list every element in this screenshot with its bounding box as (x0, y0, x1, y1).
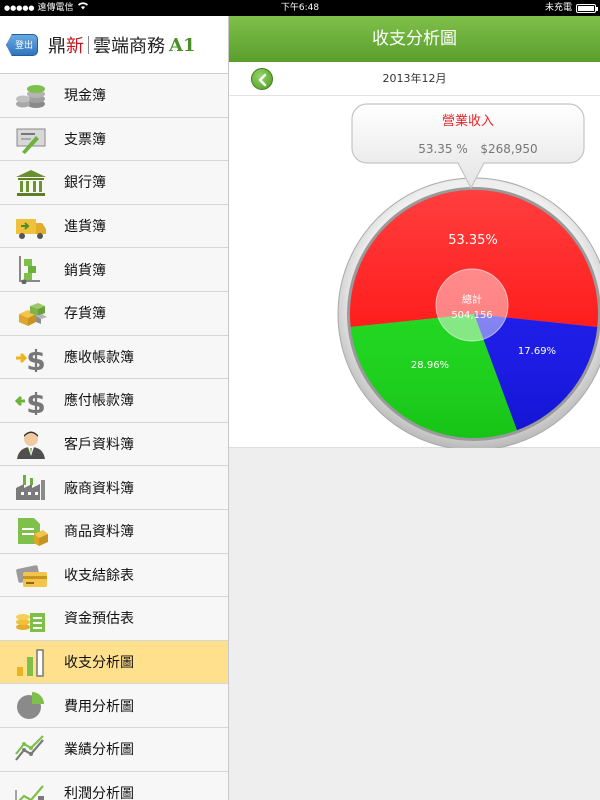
sidebar-item-label: 資金預估表 (64, 611, 134, 628)
bank-icon (14, 167, 48, 197)
dollar-in-icon: $ (14, 342, 48, 377)
dollar-out-icon: $ (14, 385, 48, 420)
card-icon (14, 560, 48, 590)
sidebar-item-label: 廠商資料簿 (64, 480, 134, 497)
battery-icon (576, 3, 598, 13)
sidebar-item-label: 現金簿 (64, 88, 106, 105)
pie-chart: 53.35% 17.69% 28.96% 總計 504,156 營業收入 53.… (337, 103, 600, 448)
sidebar-item-label: 業績分析圖 (64, 742, 134, 759)
sidebar-item-label: 銀行簿 (64, 175, 106, 192)
sidebar-item-16[interactable]: 業績分析圖 (0, 727, 228, 772)
sidebar-item-11[interactable]: 商品資料簿 (0, 509, 228, 554)
tooltip-amount: $268,950 (480, 142, 537, 156)
brand-divider (88, 36, 89, 54)
sidebar-item-label: 收支結餘表 (64, 567, 134, 584)
battery-status-text: 未充電 (544, 3, 572, 13)
sidebar-item-label: 存貨簿 (64, 306, 106, 323)
slice-label-blue: 17.69% (518, 346, 556, 357)
brand-part-2: 新 (66, 36, 84, 57)
chart-panel: 53.35% 17.69% 28.96% 總計 504,156 營業收入 53.… (229, 96, 600, 448)
sidebar-item-2[interactable]: 支票簿 (0, 117, 228, 162)
sidebar-item-label: 進貨簿 (64, 219, 106, 236)
slice-tooltip: 營業收入 53.35 % $268,950 (351, 103, 585, 190)
sidebar-item-13[interactable]: 資金預估表 (0, 597, 228, 641)
bar-chart-icon (14, 647, 48, 677)
pie-center-label: 總計 (462, 293, 482, 306)
profit-chart-icon (14, 778, 48, 800)
brand-version: A1 (169, 34, 196, 56)
pie-icon (14, 690, 48, 720)
sidebar-item-12[interactable]: 收支結餘表 (0, 553, 228, 598)
svg-text:$: $ (26, 344, 45, 372)
sidebar-item-label: 銷貨簿 (64, 262, 106, 279)
sidebar-item-label: 收支分析圖 (64, 655, 134, 672)
sidebar-item-14[interactable]: 收支分析圖 (0, 640, 228, 685)
sidebar-item-6[interactable]: 存貨簿 (0, 291, 228, 336)
pie-center-value: 504,156 (451, 310, 492, 321)
sidebar-item-label: 費用分析圖 (64, 698, 134, 715)
sidebar-item-10[interactable]: 廠商資料簿 (0, 466, 228, 510)
sidebar-item-4[interactable]: 進貨簿 (0, 204, 228, 249)
delivery-truck-icon (14, 211, 48, 241)
tooltip-title: 營業收入 (442, 113, 494, 129)
factory-icon (14, 472, 48, 502)
tooltip-percent: 53.35 % (418, 142, 468, 156)
sidebar-item-3[interactable]: 銀行簿 (0, 161, 228, 205)
customer-icon (14, 429, 48, 459)
product-doc-icon (14, 516, 48, 546)
slice-label-green: 28.96% (411, 360, 449, 371)
boxes-icon (14, 298, 48, 328)
check-pen-icon (14, 124, 48, 154)
brand-part-3: 雲端商務 (93, 36, 165, 57)
status-bar: ●●●●● 遠傳電信 下午6:48 未充電 (0, 0, 600, 16)
svg-text:$: $ (26, 387, 45, 415)
sidebar-item-8[interactable]: $ 應付帳款簿 (0, 379, 228, 423)
report-date: 2013年12月 (382, 72, 447, 85)
fund-doc-icon (14, 603, 48, 633)
sidebar-menu: 現金簿支票簿銀行簿進貨簿銷貨簿存貨簿 $ 應收帳款簿 $ 應付帳款簿客戶資料簿廠商資料簿… (0, 74, 228, 800)
slice-label-revenue: 53.35% (448, 233, 498, 248)
brand-header: 登出 鼎 新 雲端商務 A1 (0, 16, 228, 74)
brand-part-1: 鼎 (48, 36, 66, 57)
sidebar-item-label: 商品資料簿 (64, 524, 134, 541)
sidebar: 登出 鼎 新 雲端商務 A1 現金簿 支票簿 銀行簿 進貨簿 銷貨簿 存貨簿 $ 應收帳款簿 $… (0, 16, 229, 800)
sidebar-item-5[interactable]: 銷貨簿 (0, 248, 228, 292)
sidebar-item-7[interactable]: $ 應收帳款簿 (0, 335, 228, 380)
sidebar-item-1[interactable]: 現金簿 (0, 74, 228, 118)
hand-truck-icon (14, 254, 48, 285)
line-chart-icon (14, 734, 48, 764)
brand-logo: 鼎 新 雲端商務 A1 (48, 32, 196, 58)
sidebar-item-label: 應收帳款簿 (64, 349, 134, 366)
coins-icon (14, 80, 48, 110)
clock: 下午6:48 (280, 3, 320, 13)
sidebar-item-9[interactable]: 客戶資料簿 (0, 422, 228, 467)
logout-button[interactable]: 登出 (6, 34, 38, 56)
sidebar-item-label: 利潤分析圖 (64, 785, 134, 800)
sidebar-item-17[interactable]: 利潤分析圖 (0, 771, 228, 800)
sidebar-item-label: 支票簿 (64, 131, 106, 148)
main-panel: 收支分析圖 2013年12月 53.35% 17.69% 28.96% 總計 5… (229, 16, 600, 800)
date-bar: 2013年12月 (229, 62, 600, 96)
sidebar-item-label: 應付帳款簿 (64, 393, 134, 410)
page-title: 收支分析圖 (229, 16, 600, 62)
sidebar-item-15[interactable]: 費用分析圖 (0, 684, 228, 728)
sidebar-item-label: 客戶資料簿 (64, 437, 134, 454)
